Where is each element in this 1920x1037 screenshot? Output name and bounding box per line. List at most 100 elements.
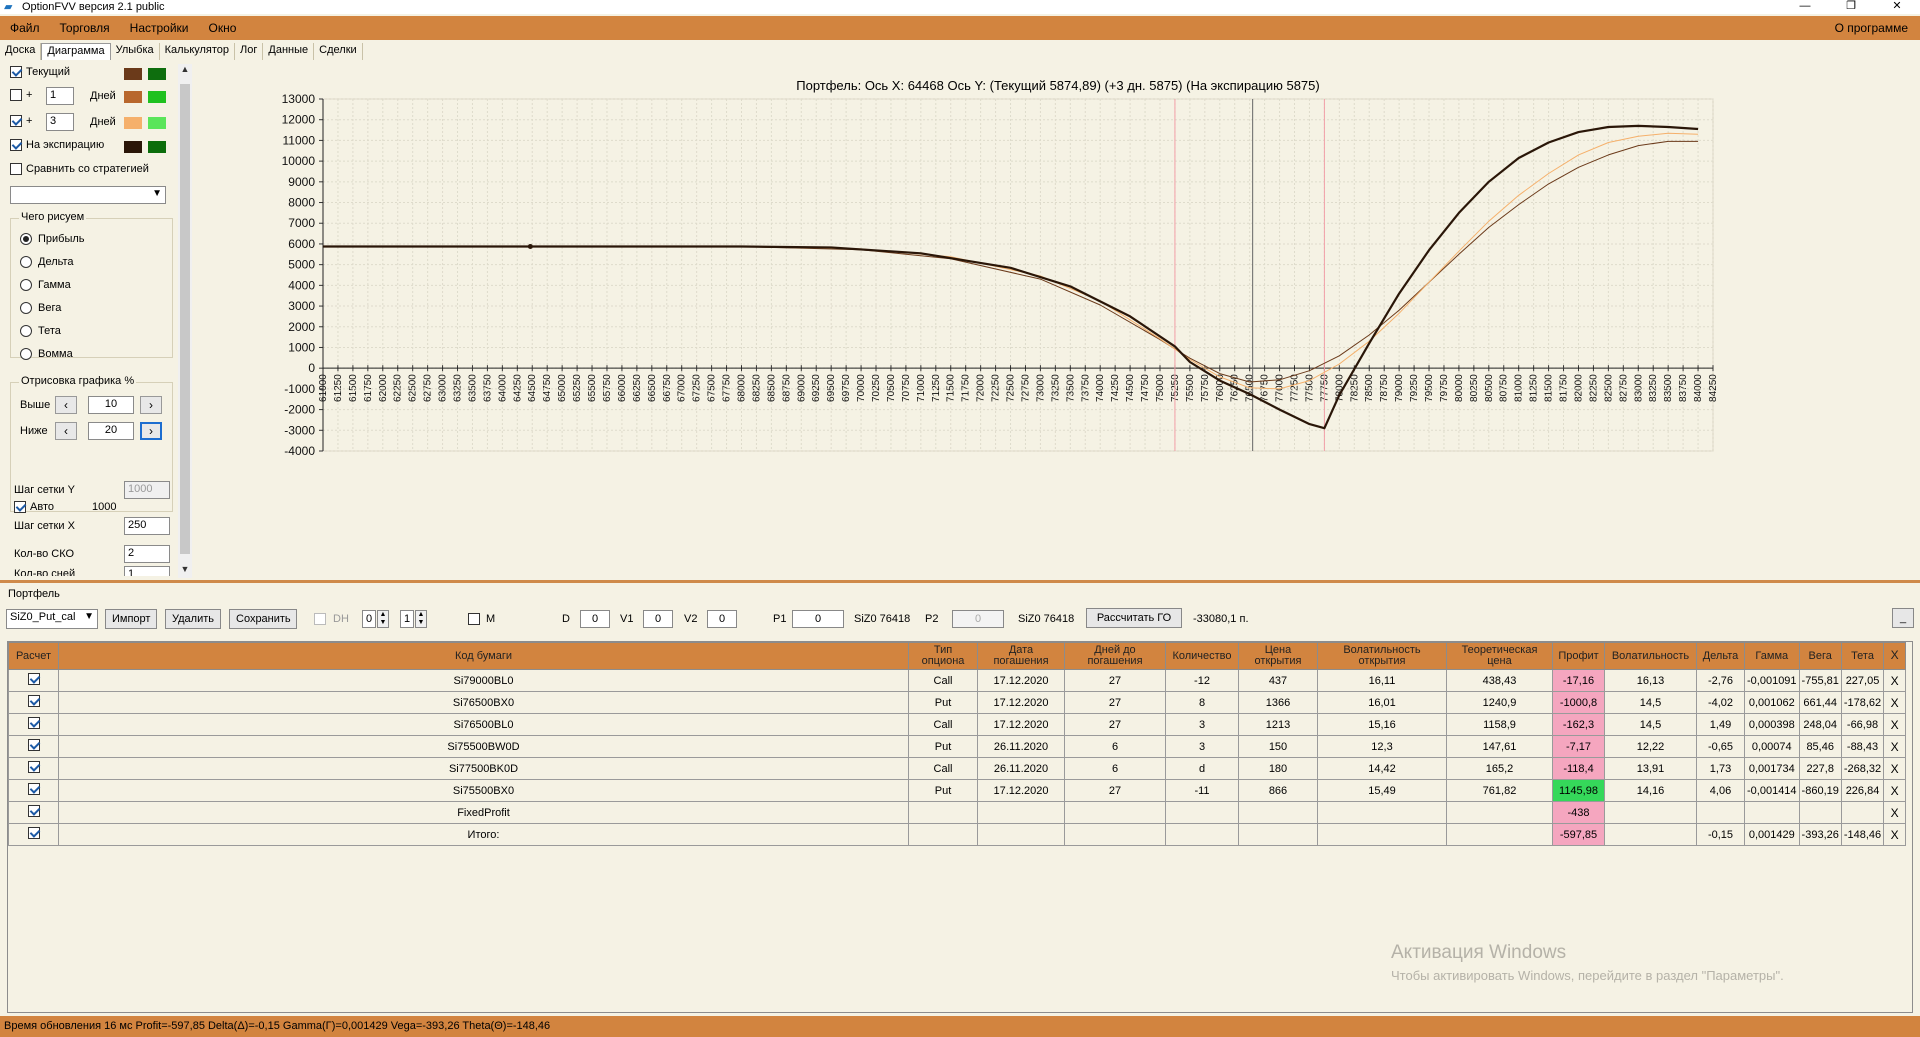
dh-input-1[interactable]: 0 xyxy=(362,610,376,628)
calc-go-button[interactable]: Рассчитать ГО xyxy=(1086,608,1182,628)
quantity-cell[interactable] xyxy=(1165,801,1239,824)
current-checkbox[interactable] xyxy=(10,66,22,78)
col-gamma[interactable]: Гамма xyxy=(1744,642,1800,670)
tab-diagram[interactable]: Диаграмма xyxy=(41,43,111,60)
col-code[interactable]: Код бумаги xyxy=(58,642,909,670)
volatility-cell[interactable] xyxy=(1604,801,1697,824)
col-option-type[interactable]: Тип опциона xyxy=(908,642,978,670)
remove-row-button[interactable]: X xyxy=(1883,779,1907,802)
col-profit[interactable]: Профит xyxy=(1552,642,1605,670)
dh-checkbox[interactable] xyxy=(314,613,326,625)
plus3-days-input[interactable]: 3 xyxy=(46,113,74,131)
remove-row-button[interactable]: X xyxy=(1883,801,1907,824)
tab-smile[interactable]: Улыбка xyxy=(111,43,160,60)
plus3-color-swatch-2[interactable] xyxy=(148,117,166,129)
remove-row-button[interactable]: X xyxy=(1883,691,1907,714)
current-color-swatch[interactable] xyxy=(124,68,142,80)
col-delta[interactable]: Дельта xyxy=(1696,642,1745,670)
tab-data[interactable]: Данные xyxy=(263,43,315,60)
table-row[interactable]: Si76500BX0 Put 17.12.2020 27 8 1366 16,01 1240,… xyxy=(8,691,1907,714)
menu-settings[interactable]: Настройки xyxy=(120,21,199,35)
volatility-cell[interactable]: 14,5 xyxy=(1604,691,1697,714)
minimize-panel-button[interactable]: _ xyxy=(1892,608,1914,628)
radio-theta[interactable]: Тета xyxy=(20,325,61,337)
menu-about[interactable]: О программе xyxy=(1835,21,1908,35)
remove-row-button[interactable]: X xyxy=(1883,735,1907,758)
minimize-icon[interactable]: — xyxy=(1782,0,1828,14)
close-icon[interactable]: X xyxy=(1891,648,1899,662)
below-input[interactable]: 20 xyxy=(88,422,134,440)
save-button[interactable]: Сохранить xyxy=(229,609,297,629)
table-row[interactable]: Si76500BL0 Call 17.12.2020 27 3 1213 15,16 1158… xyxy=(8,713,1907,736)
radio-delta[interactable]: Дельта xyxy=(20,256,74,268)
col-vega[interactable]: Вега xyxy=(1798,642,1842,670)
plus1-checkbox[interactable] xyxy=(10,89,22,101)
calc-checkbox[interactable] xyxy=(27,673,40,685)
quantity-cell[interactable]: 3 xyxy=(1165,713,1239,736)
tab-deals[interactable]: Сделки xyxy=(314,43,363,60)
calc-checkbox[interactable] xyxy=(27,783,40,795)
dh-spin-1[interactable]: ▲ ▼ xyxy=(377,610,389,628)
col-days-left[interactable]: Дней до погашения xyxy=(1064,642,1166,670)
step-y-input[interactable]: 1000 xyxy=(124,481,170,499)
volatility-cell[interactable]: 14,5 xyxy=(1604,713,1697,736)
dh-spin-2[interactable]: ▲ ▼ xyxy=(415,610,427,628)
plus1-days-input[interactable]: 1 xyxy=(46,87,74,105)
strategy-select[interactable]: ▼ xyxy=(10,186,166,204)
col-expiry-date[interactable]: Дата погашения xyxy=(977,642,1065,670)
radio-delta-dot[interactable] xyxy=(20,256,32,268)
profit-chart[interactable]: 6100061250615006175062000622506250062750… xyxy=(196,64,1920,578)
col-open-price[interactable]: Цена открытия xyxy=(1238,642,1318,670)
calc-checkbox[interactable] xyxy=(27,717,40,729)
volatility-cell[interactable]: 12,22 xyxy=(1604,735,1697,758)
calc-checkbox[interactable] xyxy=(27,739,40,751)
remove-row-button[interactable]: X xyxy=(1883,823,1907,846)
below-increase-button[interactable]: › xyxy=(140,422,162,440)
scrollbar-thumb[interactable] xyxy=(180,84,190,554)
d-input[interactable]: 0 xyxy=(580,610,610,628)
menu-window[interactable]: Окно xyxy=(199,21,247,35)
table-row[interactable]: Si75500BX0 Put 17.12.2020 27 -11 866 15,49 761,… xyxy=(8,779,1907,802)
sko-input[interactable]: 2 xyxy=(124,545,170,563)
current-color-swatch-2[interactable] xyxy=(148,68,166,80)
volatility-cell[interactable]: 13,91 xyxy=(1604,757,1697,780)
dh-input-2[interactable]: 1 xyxy=(400,610,414,628)
calc-checkbox[interactable] xyxy=(27,827,40,839)
radio-theta-dot[interactable] xyxy=(20,325,32,337)
calc-checkbox[interactable] xyxy=(27,761,40,773)
delete-button[interactable]: Удалить xyxy=(165,609,221,629)
radio-gamma-dot[interactable] xyxy=(20,279,32,291)
above-input[interactable]: 10 xyxy=(88,396,134,414)
plus3-color-swatch[interactable] xyxy=(124,117,142,129)
volatility-cell[interactable]: 14,16 xyxy=(1604,779,1697,802)
quantity-cell[interactable] xyxy=(1165,823,1239,846)
import-button[interactable]: Импорт xyxy=(105,609,157,629)
radio-vega-dot[interactable] xyxy=(20,302,32,314)
col-volatility[interactable]: Волатильность xyxy=(1604,642,1697,670)
col-open-volatility[interactable]: Волатильность открытия xyxy=(1317,642,1447,670)
col-quantity[interactable]: Количество xyxy=(1165,642,1239,670)
plus1-color-swatch-2[interactable] xyxy=(148,91,166,103)
col-calc[interactable]: Расчет xyxy=(8,642,59,670)
p2-input[interactable]: 0 xyxy=(952,610,1004,628)
tab-log[interactable]: Лог xyxy=(235,43,264,60)
v2-input[interactable]: 0 xyxy=(707,610,737,628)
quantity-cell[interactable]: d xyxy=(1165,757,1239,780)
v1-input[interactable]: 0 xyxy=(643,610,673,628)
table-row[interactable]: Итого: -597,85 -0,15 0,001429 -393,26 -148,46… xyxy=(8,823,1907,846)
expiry-checkbox[interactable] xyxy=(10,139,22,151)
auto-checkbox[interactable] xyxy=(14,501,26,513)
volatility-cell[interactable] xyxy=(1604,823,1697,846)
col-theta[interactable]: Тета xyxy=(1840,642,1885,670)
table-row[interactable]: FixedProfit -438 X xyxy=(8,801,1907,824)
quantity-cell[interactable]: -12 xyxy=(1165,669,1239,692)
expiry-color-swatch-2[interactable] xyxy=(148,141,166,153)
quantity-cell[interactable]: 3 xyxy=(1165,735,1239,758)
table-row[interactable]: Si79000BL0 Call 17.12.2020 27 -12 437 16,11 438… xyxy=(8,669,1907,692)
table-row[interactable]: Si75500BW0D Put 26.11.2020 6 3 150 12,3 147,61-… xyxy=(8,735,1907,758)
radio-profit-dot[interactable] xyxy=(20,233,32,245)
remove-row-button[interactable]: X xyxy=(1883,669,1907,692)
calc-checkbox[interactable] xyxy=(27,695,40,707)
below-decrease-button[interactable]: ‹ xyxy=(55,422,77,440)
plus3-checkbox[interactable] xyxy=(10,115,22,127)
